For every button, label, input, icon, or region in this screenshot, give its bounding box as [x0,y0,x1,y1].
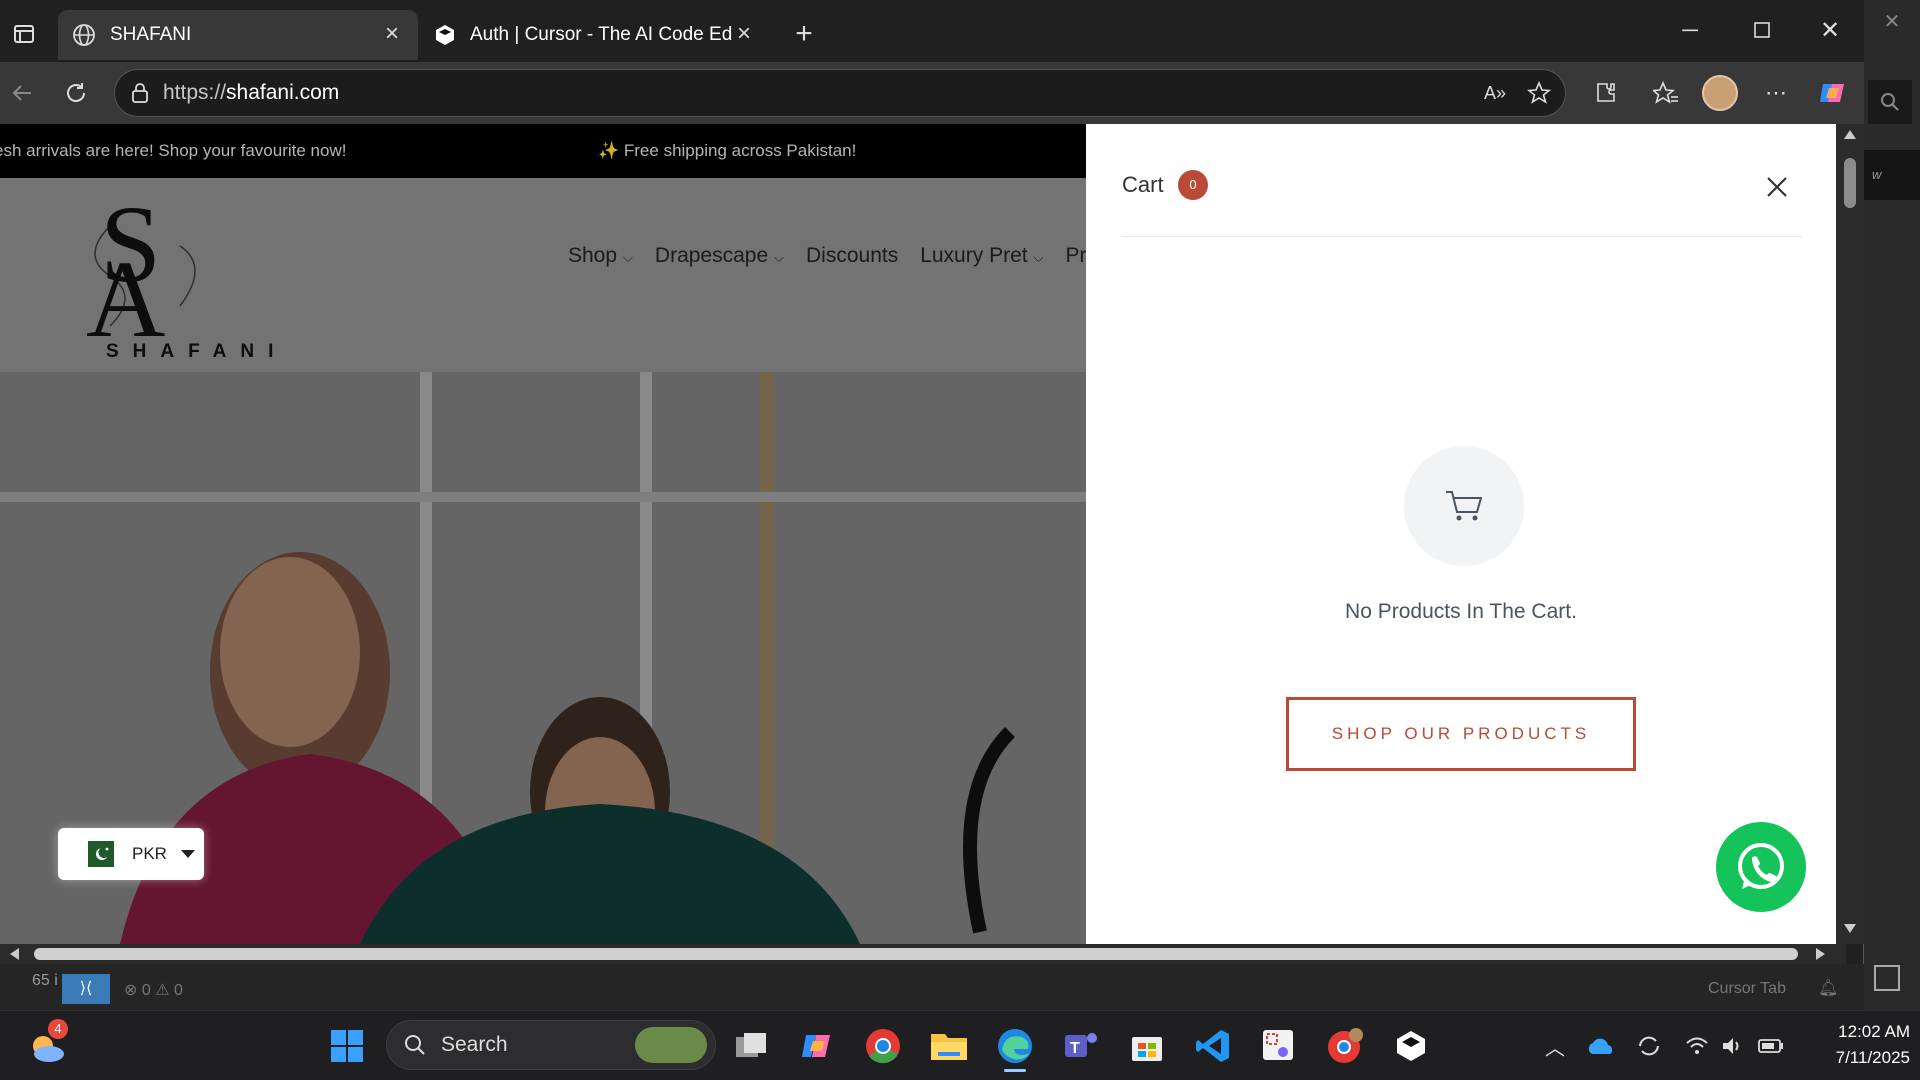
tab-cursor-auth[interactable]: Auth | Cursor - The AI Code Editor × [420,10,770,60]
volume-icon[interactable] [1712,1025,1754,1067]
horizontal-scrollbar-thumb[interactable] [34,948,1798,960]
extensions-icon[interactable] [1588,75,1624,111]
tab-close-icon[interactable]: × [380,22,404,47]
maximize-icon[interactable] [1744,12,1780,48]
sync-icon[interactable] [1628,1025,1670,1067]
more-menu-icon[interactable]: ⋯ [1758,75,1794,111]
search-label: Search [441,1033,508,1056]
scroll-up-icon[interactable] [1844,130,1856,139]
refresh-icon[interactable] [58,75,94,111]
scroll-down-icon[interactable] [1844,924,1856,933]
status-left-text: 65 i [32,972,58,989]
page-viewport: esh arrivals are here! Shop your favouri… [0,124,1846,944]
browser-toolbar: https://shafani.com A» ⋯ [0,62,1864,124]
chrome-icon[interactable] [862,1025,904,1067]
scroll-right-icon[interactable] [1816,948,1825,960]
back-icon[interactable] [4,75,40,111]
file-explorer-icon[interactable] [928,1025,970,1067]
horizontal-scrollbar[interactable] [0,944,1846,964]
vertical-scrollbar[interactable] [1836,124,1864,944]
vertical-scrollbar-thumb[interactable] [1844,158,1856,208]
search-highlight-illustration [635,1027,707,1063]
background-app-text: w [1864,150,1920,200]
vscode-icon[interactable] [1192,1025,1234,1067]
tab-bar: SHAFANI × Auth | Cursor - The AI Code Ed… [0,0,1864,62]
currency-label: PKR [132,844,167,863]
copilot-icon[interactable] [1814,75,1850,111]
editor-status-bar: 65 i ⟩⟨ ⊗ 0 ⚠ 0 Cursor Tab 🔔︎ [0,964,1864,1010]
shop-our-products-button[interactable]: SHOP OUR PRODUCTS [1286,697,1636,771]
empty-cart-illustration [1404,446,1524,566]
microsoft-store-icon[interactable] [1126,1025,1168,1067]
cursor-tab-status[interactable]: Cursor Tab [1708,980,1786,998]
whatsapp-chat-button[interactable] [1716,822,1806,912]
lock-icon[interactable] [131,83,149,103]
task-view-icon[interactable] [730,1025,772,1067]
clock-date: 7/11/2025 [1835,1048,1910,1067]
background-app-window: ✕ w [1864,0,1920,1010]
clock-time: 12:02 AM [1838,1022,1910,1041]
cart-drawer: Cart 0 No Products In The Cart. SHOP OUR… [1086,124,1836,944]
tab-label: Auth | Cursor - The AI Code Editor [470,24,732,45]
windows-taskbar: 4 Search T ︿ 12:02 AM 7/11/2025 [0,1010,1920,1080]
tab-close-icon[interactable]: × [732,22,756,47]
minimize-icon[interactable]: ─ [1672,12,1708,48]
start-button-icon[interactable] [326,1025,368,1067]
pakistan-flag-icon [80,841,114,867]
close-icon[interactable] [1760,170,1794,204]
problems-indicator[interactable]: ⊗ 0 ⚠ 0 [124,980,183,1000]
tab-actions-icon[interactable] [6,16,42,52]
whatsapp-icon [1733,839,1789,895]
caret-down-icon [180,850,195,858]
favorite-star-icon[interactable] [1521,75,1557,111]
profile-avatar[interactable] [1702,75,1738,111]
favorites-icon[interactable] [1648,75,1684,111]
divider [1122,236,1802,237]
browser-window: SHAFANI × Auth | Cursor - The AI Code Ed… [0,0,1864,1010]
weather-badge: 4 [48,1019,68,1039]
address-bar[interactable]: https://shafani.com A» [114,69,1566,117]
taskbar-search-box[interactable]: Search [386,1020,716,1070]
system-clock[interactable]: 12:02 AM 7/11/2025 [1800,1019,1910,1071]
svg-text:T: T [1070,1040,1080,1057]
show-hidden-icons-icon[interactable]: ︿ [1534,1025,1576,1067]
copilot-app-icon[interactable] [796,1025,838,1067]
background-app-panel-icon[interactable] [1874,965,1900,991]
read-aloud-icon[interactable]: A» [1477,75,1513,111]
background-app-search-icon[interactable] [1868,80,1912,124]
scroll-left-icon[interactable] [10,948,19,960]
page-dim-overlay[interactable] [0,124,1086,944]
new-tab-icon[interactable]: + [786,16,822,52]
chrome-profile-icon[interactable] [1324,1025,1366,1067]
empty-cart-message: No Products In The Cart. [1345,600,1577,623]
cursor-logo-icon [434,24,456,46]
edge-icon[interactable] [994,1025,1036,1072]
onedrive-icon[interactable] [1580,1025,1622,1067]
cart-icon [1444,488,1484,524]
notifications-bell-icon[interactable]: 🔔︎ [1818,978,1838,998]
remote-indicator-icon[interactable]: ⟩⟨ [62,974,110,1004]
cart-count-badge: 0 [1178,170,1208,200]
currency-selector[interactable]: PKR [58,828,204,880]
globe-icon [72,23,96,47]
tab-label: SHAFANI [110,24,192,45]
cursor-app-icon[interactable] [1390,1025,1432,1067]
weather-widget-icon[interactable]: 4 [26,1019,68,1067]
tab-shafani[interactable]: SHAFANI × [58,10,418,60]
snipping-tool-icon[interactable] [1258,1025,1300,1067]
cart-title: Cart [1122,172,1164,197]
url-text[interactable]: https://shafani.com [163,81,339,105]
window-close-icon[interactable]: ✕ [1812,12,1848,48]
teams-icon[interactable]: T [1060,1025,1102,1067]
battery-icon[interactable] [1750,1025,1792,1067]
active-app-indicator [1004,1069,1026,1072]
background-app-close-icon[interactable]: ✕ [1864,0,1920,44]
search-icon [403,1033,427,1057]
